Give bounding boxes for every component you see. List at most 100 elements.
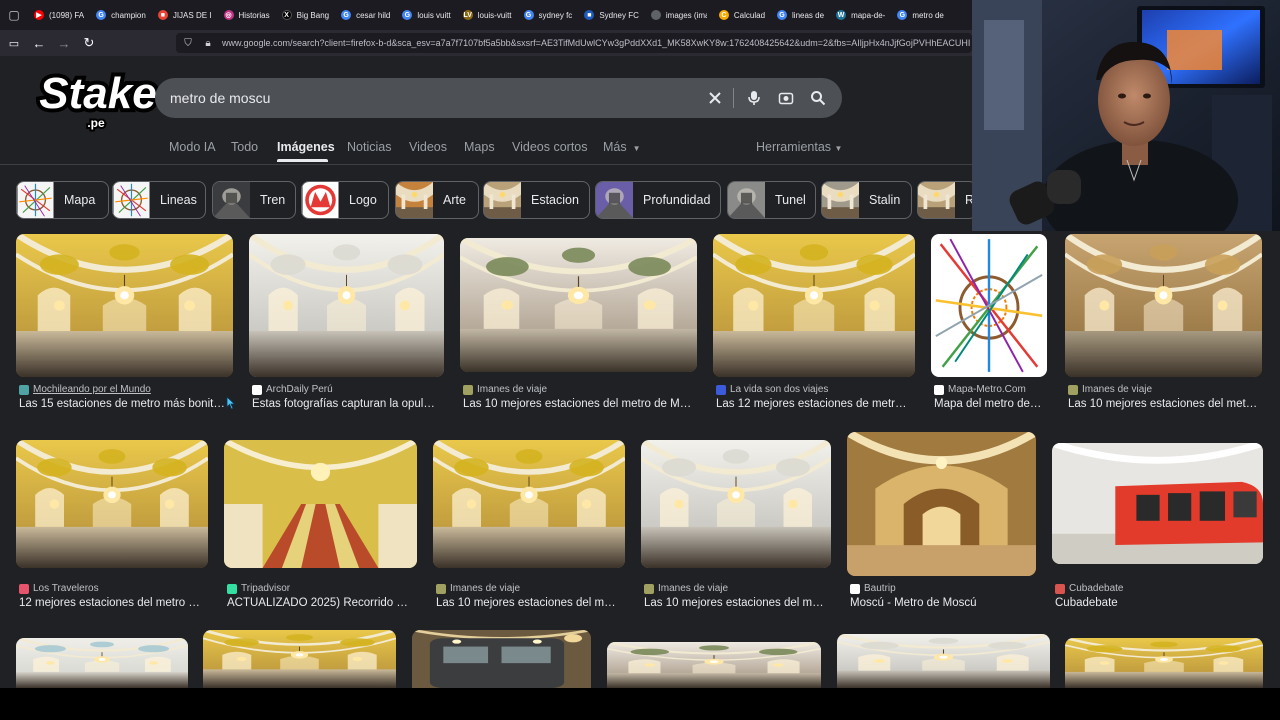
result-source[interactable]: Bautrip xyxy=(850,583,1049,594)
address-bar[interactable]: ⛉ 🔒︎ www.google.com/search?client=firefo… xyxy=(176,33,972,53)
microphone-icon[interactable] xyxy=(742,86,766,110)
chip-label[interactable]: Profundidad xyxy=(633,193,720,207)
result-thumbnail[interactable] xyxy=(16,638,188,688)
tab-label[interactable]: Todo xyxy=(231,140,258,154)
result-thumbnail[interactable] xyxy=(931,234,1047,377)
chip-profundidad[interactable]: Profundidad xyxy=(595,181,721,219)
result-thumbnail[interactable] xyxy=(203,630,396,688)
result-source[interactable]: Imanes de viaje xyxy=(463,384,710,395)
result-thumbnail[interactable] xyxy=(249,234,444,377)
chip-label[interactable]: Estacion xyxy=(521,193,589,207)
result-title[interactable]: Cubadebate xyxy=(1055,597,1270,609)
chip-estacion[interactable]: Estacion xyxy=(483,181,590,219)
browser-tab[interactable]: ■ Sydney FC xyxy=(578,4,645,26)
browser-tab[interactable]: Gmetro de xyxy=(891,4,950,26)
result-title[interactable]: Las 10 mejores estaciones del m… xyxy=(436,597,632,609)
chip-logo[interactable]: Logo xyxy=(301,181,389,219)
browser-tab[interactable]: Glineas de xyxy=(771,4,830,26)
result-source[interactable]: Cubadebate xyxy=(1055,583,1276,594)
tab-label[interactable]: Noticias xyxy=(347,140,391,154)
result-source[interactable]: ArchDaily Perú xyxy=(252,384,457,395)
browser-tab[interactable]: LV louis-vuitt xyxy=(457,4,518,26)
result-thumbnail[interactable] xyxy=(412,630,591,688)
chip-mapa[interactable]: Mapa xyxy=(16,181,109,219)
tab-label[interactable]: Modo IA xyxy=(169,140,216,154)
tab-label[interactable]: Más xyxy=(603,140,627,154)
result-source[interactable]: La vida son dos viajes xyxy=(716,384,928,395)
tab-maps[interactable]: Maps xyxy=(464,140,495,154)
result-title[interactable]: Moscú - Metro de Moscú xyxy=(850,597,1043,609)
chip-label[interactable]: Tren xyxy=(250,193,295,207)
browser-tab[interactable]: X Big Bang xyxy=(276,4,335,26)
source-name[interactable]: Mapa-Metro.Com xyxy=(948,384,1026,395)
result-thumbnail[interactable] xyxy=(460,238,697,372)
result-source[interactable]: Los Traveleros xyxy=(19,583,221,594)
chip-label[interactable]: Stalin xyxy=(859,193,911,207)
source-name[interactable]: La vida son dos viajes xyxy=(730,384,828,395)
tab-label[interactable]: Videos cortos xyxy=(512,140,588,154)
result-title[interactable]: Las 15 estaciones de metro más bonit… xyxy=(19,398,240,410)
result-title[interactable]: Estas fotografías capturan la opul… xyxy=(252,398,451,410)
source-name[interactable]: ArchDaily Perú xyxy=(266,384,333,395)
source-name[interactable]: Imanes de viaje xyxy=(1082,384,1152,395)
result-title[interactable]: Las 10 mejores estaciones del m… xyxy=(644,597,838,609)
sidebar-toggle-icon[interactable]: ▭ xyxy=(3,32,25,54)
result-thumbnail[interactable] xyxy=(641,440,831,568)
result-thumbnail[interactable] xyxy=(16,234,233,377)
tab-label[interactable]: Imágenes xyxy=(277,140,335,154)
tab-noticias[interactable]: Noticias xyxy=(347,140,391,154)
chip-tren[interactable]: Tren xyxy=(212,181,296,219)
source-name[interactable]: Imanes de viaje xyxy=(450,583,520,594)
result-title[interactable]: Las 10 mejores estaciones del met… xyxy=(1068,398,1269,410)
chip-tunel[interactable]: Tunel xyxy=(727,181,816,219)
source-name[interactable]: Bautrip xyxy=(864,583,896,594)
browser-tab[interactable]: Gsydney fc xyxy=(518,4,579,26)
browser-tab[interactable]: Glouis vuitt xyxy=(396,4,456,26)
chip-label[interactable]: Arte xyxy=(433,193,478,207)
tab-label[interactable]: Maps xyxy=(464,140,495,154)
tab-imágenes[interactable]: Imágenes xyxy=(277,140,335,154)
tab-todo[interactable]: Todo xyxy=(231,140,258,154)
source-name[interactable]: Tripadvisor xyxy=(241,583,290,594)
tracking-shield-icon[interactable]: ⛉ xyxy=(180,38,196,49)
tab-label[interactable]: Videos xyxy=(409,140,447,154)
result-title[interactable]: 12 mejores estaciones del metro … xyxy=(19,597,215,609)
result-thumbnail[interactable] xyxy=(713,234,915,377)
chip-label[interactable]: Lineas xyxy=(150,193,205,207)
result-thumbnail[interactable] xyxy=(837,634,1050,688)
result-thumbnail[interactable] xyxy=(1065,234,1262,377)
chip-label[interactable]: Mapa xyxy=(54,193,107,207)
result-thumbnail[interactable] xyxy=(224,440,417,568)
source-name[interactable]: Cubadebate xyxy=(1069,583,1124,594)
source-name[interactable]: Los Traveleros xyxy=(33,583,99,594)
search-box[interactable]: metro de moscu xyxy=(155,78,842,118)
browser-tab[interactable]: ◎ Historias xyxy=(218,4,276,26)
tab-videos[interactable]: Videos xyxy=(409,140,447,154)
chip-arte[interactable]: Arte xyxy=(395,181,479,219)
search-icon[interactable] xyxy=(806,86,830,110)
result-thumbnail[interactable] xyxy=(1065,638,1263,688)
result-title[interactable]: ACTUALIZADO 2025) Recorrido … xyxy=(227,597,424,609)
tab-más[interactable]: Más ▼ xyxy=(603,140,641,154)
search-input[interactable]: metro de moscu xyxy=(170,90,270,106)
source-name[interactable]: Imanes de viaje xyxy=(477,384,547,395)
browser-tab[interactable]: Wmapa-de- xyxy=(830,4,891,26)
browser-tab[interactable]: ▶ (1098) FA xyxy=(28,4,90,26)
url-text[interactable]: www.google.com/search?client=firefox-b-d… xyxy=(222,38,970,48)
browser-tab[interactable]: ■ JIJAS DE I xyxy=(152,4,218,26)
source-name[interactable]: Imanes de viaje xyxy=(658,583,728,594)
result-source[interactable]: Mapa-Metro.Com xyxy=(934,384,1060,395)
browser-tab[interactable]: C Calculad xyxy=(713,4,771,26)
tab-videos-cortos[interactable]: Videos cortos xyxy=(512,140,588,154)
chip-label[interactable]: Logo xyxy=(339,193,388,207)
chip-label[interactable]: Tunel xyxy=(765,193,815,207)
chip-label[interactable]: R xyxy=(955,193,972,207)
result-thumbnail[interactable] xyxy=(847,432,1036,576)
source-name[interactable]: Mochileando por el Mundo xyxy=(33,384,151,395)
result-title[interactable]: Las 10 mejores estaciones del metro de M… xyxy=(463,398,704,410)
tab-modo-ia[interactable]: Modo IA xyxy=(169,140,216,154)
result-source[interactable]: Imanes de viaje xyxy=(436,583,638,594)
result-source[interactable]: Imanes de viaje xyxy=(644,583,844,594)
camera-search-icon[interactable] xyxy=(774,86,798,110)
browser-tab[interactable]: Gchampion xyxy=(90,4,152,26)
